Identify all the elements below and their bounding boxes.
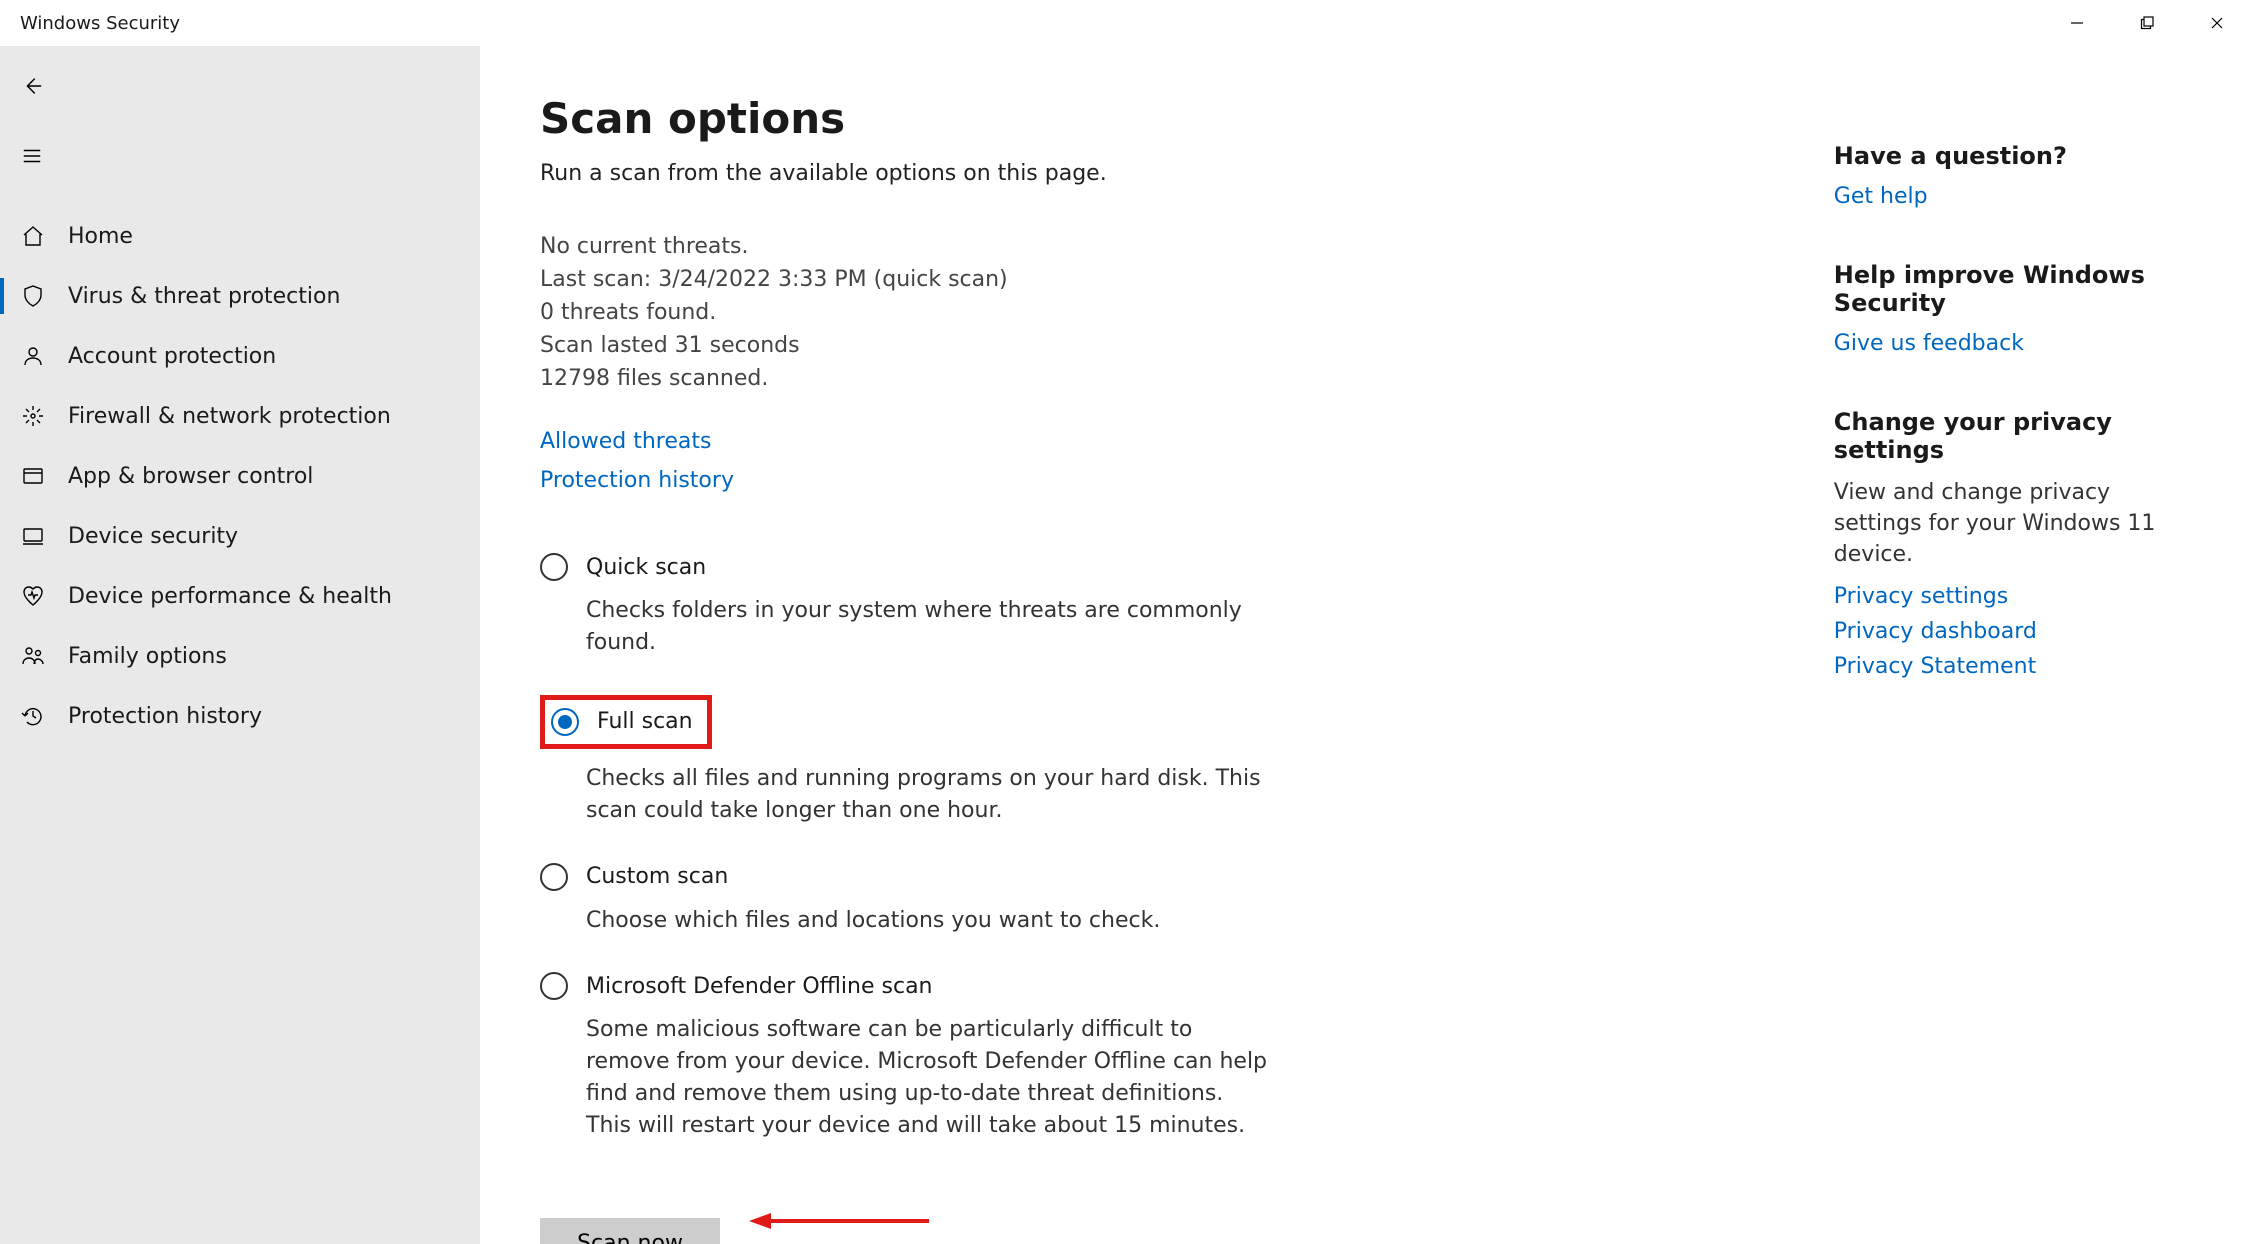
scan-options: Quick scan Checks folders in your system…: [540, 553, 1774, 1142]
window-controls: [2042, 0, 2252, 46]
improve-section: Help improve Windows Security Give us fe…: [1834, 261, 2192, 356]
nav-label: Family options: [68, 644, 227, 669]
nav-item-firewall[interactable]: Firewall & network protection: [0, 386, 480, 446]
radio-custom-scan[interactable]: [540, 863, 568, 891]
radio-quick-scan[interactable]: [540, 553, 568, 581]
option-header[interactable]: Custom scan: [540, 863, 1274, 891]
privacy-settings-link[interactable]: Privacy settings: [1834, 584, 2192, 609]
close-button[interactable]: [2182, 0, 2252, 46]
nav-label: Device security: [68, 524, 238, 549]
protection-history-link[interactable]: Protection history: [540, 468, 1774, 493]
nav-label: Account protection: [68, 344, 276, 369]
nav-label: App & browser control: [68, 464, 313, 489]
back-button[interactable]: [2, 60, 62, 112]
nav-label: Device performance & health: [68, 584, 392, 609]
radio-defender-offline[interactable]: [540, 972, 568, 1000]
radio-full-scan[interactable]: [551, 708, 579, 736]
option-custom-scan: Custom scan Choose which files and locat…: [540, 863, 1774, 937]
privacy-text: View and change privacy settings for you…: [1834, 478, 2192, 570]
option-label: Custom scan: [586, 864, 728, 889]
nav-item-family[interactable]: Family options: [0, 626, 480, 686]
nav-label: Virus & threat protection: [68, 284, 340, 309]
annotation-arrow-icon: [749, 1209, 929, 1237]
option-label: Quick scan: [586, 555, 706, 580]
nav-label: Home: [68, 224, 133, 249]
status-threats-found: 0 threats found.: [540, 296, 1774, 329]
health-icon: [20, 583, 46, 609]
status-files-scanned: 12798 files scanned.: [540, 362, 1774, 395]
status-duration: Scan lasted 31 seconds: [540, 329, 1774, 362]
improve-heading: Help improve Windows Security: [1834, 261, 2192, 317]
page-title: Scan options: [540, 94, 1774, 143]
firewall-icon: [20, 403, 46, 429]
allowed-threats-link[interactable]: Allowed threats: [540, 429, 711, 454]
device-icon: [20, 523, 46, 549]
option-quick-scan: Quick scan Checks folders in your system…: [540, 553, 1774, 659]
privacy-section: Change your privacy settings View and ch…: [1834, 408, 2192, 679]
family-icon: [20, 643, 46, 669]
account-icon: [20, 343, 46, 369]
right-panel: Have a question? Get help Help improve W…: [1834, 94, 2192, 1204]
nav-item-device-security[interactable]: Device security: [0, 506, 480, 566]
privacy-dashboard-link[interactable]: Privacy dashboard: [1834, 619, 2192, 644]
nav-item-app-browser[interactable]: App & browser control: [0, 446, 480, 506]
nav: Home Virus & threat protection Account p…: [0, 206, 480, 746]
nav-item-account[interactable]: Account protection: [0, 326, 480, 386]
annotation-highlight-full-scan[interactable]: Full scan: [540, 695, 712, 749]
scan-now-button[interactable]: Scan now: [540, 1218, 720, 1244]
nav-item-protection-history[interactable]: Protection history: [0, 686, 480, 746]
option-defender-offline: Microsoft Defender Offline scan Some mal…: [540, 972, 1774, 1142]
nav-item-virus-threat[interactable]: Virus & threat protection: [0, 266, 480, 326]
option-label: Full scan: [597, 709, 693, 734]
sidebar: Home Virus & threat protection Account p…: [0, 46, 480, 1244]
get-help-link[interactable]: Get help: [1834, 184, 2192, 209]
option-header[interactable]: Quick scan: [540, 553, 1274, 581]
status-threats: No current threats.: [540, 230, 1774, 263]
nav-label: Protection history: [68, 704, 262, 729]
window-title: Windows Security: [20, 13, 180, 34]
privacy-heading: Change your privacy settings: [1834, 408, 2192, 464]
shield-icon: [20, 283, 46, 309]
scan-status: No current threats. Last scan: 3/24/2022…: [540, 230, 1774, 395]
privacy-statement-link[interactable]: Privacy Statement: [1834, 654, 2192, 679]
history-icon: [20, 703, 46, 729]
status-last-scan: Last scan: 3/24/2022 3:33 PM (quick scan…: [540, 263, 1774, 296]
nav-label: Firewall & network protection: [68, 404, 391, 429]
option-desc: Choose which files and locations you wan…: [586, 905, 1274, 937]
minimize-button[interactable]: [2042, 0, 2112, 46]
option-desc: Checks folders in your system where thre…: [586, 595, 1274, 659]
help-section: Have a question? Get help: [1834, 142, 2192, 209]
menu-button[interactable]: [2, 130, 62, 182]
home-icon: [20, 223, 46, 249]
option-desc: Some malicious software can be particula…: [586, 1014, 1274, 1142]
app-icon: [20, 463, 46, 489]
nav-item-device-health[interactable]: Device performance & health: [0, 566, 480, 626]
option-full-scan: Full scan Checks all files and running p…: [540, 695, 1774, 827]
option-header[interactable]: Microsoft Defender Offline scan: [540, 972, 1274, 1000]
nav-item-home[interactable]: Home: [0, 206, 480, 266]
maximize-button[interactable]: [2112, 0, 2182, 46]
option-label: Microsoft Defender Offline scan: [586, 974, 933, 999]
option-desc: Checks all files and running programs on…: [586, 763, 1274, 827]
main-content: Scan options Run a scan from the availab…: [480, 46, 2252, 1244]
titlebar: Windows Security: [0, 0, 2252, 46]
feedback-link[interactable]: Give us feedback: [1834, 331, 2192, 356]
help-heading: Have a question?: [1834, 142, 2192, 170]
page-subtitle: Run a scan from the available options on…: [540, 161, 1774, 186]
